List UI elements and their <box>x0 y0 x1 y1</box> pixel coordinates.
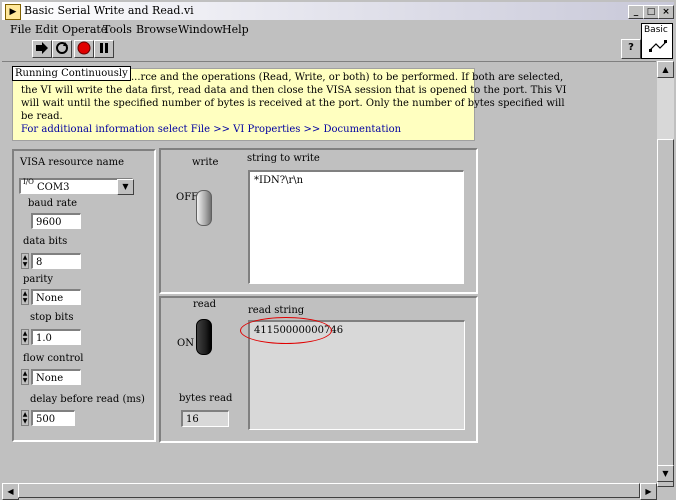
menu-operate[interactable]: Operate <box>62 23 107 36</box>
menu-window[interactable]: Window <box>178 23 223 36</box>
delay-stepper[interactable]: ▲ ▼ <box>21 410 29 426</box>
description-line-4: be read. <box>21 111 63 122</box>
stop-bits-stepper[interactable]: ▲ ▼ <box>21 329 29 345</box>
delay-field[interactable]: 500 <box>31 410 75 426</box>
labview-window: ▶ Basic Serial Write and Read.vi _ □ × F… <box>0 0 676 500</box>
maximize-button[interactable]: □ <box>643 5 659 19</box>
palette-connector[interactable]: Basic <box>641 23 673 59</box>
vertical-scrollbar[interactable]: ▲ ▼ <box>657 61 674 487</box>
write-switch-lever <box>196 190 212 226</box>
read-switch-state: ON <box>177 338 194 349</box>
title-bar: ▶ Basic Serial Write and Read.vi _ □ × <box>2 2 674 20</box>
write-toggle-switch[interactable] <box>196 190 212 230</box>
parity-label: parity <box>23 274 54 285</box>
scroll-right-icon[interactable]: ▶ <box>640 483 657 500</box>
write-switch-label: write <box>192 157 219 168</box>
stop-bits-field[interactable]: 1.0 <box>31 329 81 345</box>
delay-label: delay before read (ms) <box>30 394 145 405</box>
data-bits-stepper[interactable]: ▲ ▼ <box>21 253 29 269</box>
menu-tools[interactable]: Tools <box>103 23 132 36</box>
read-toggle-switch[interactable] <box>196 317 212 357</box>
visa-resource-control[interactable]: I/O COM3 <box>19 178 133 194</box>
visa-dropdown-icon[interactable]: ▼ <box>117 179 134 195</box>
data-bits-field[interactable]: 8 <box>31 253 81 269</box>
menu-edit[interactable]: Edit <box>35 23 58 36</box>
menu-file[interactable]: File <box>10 23 31 36</box>
string-to-write-field[interactable]: *IDN?\r\n <box>248 170 464 284</box>
read-string-label: read string <box>248 305 305 316</box>
flow-control-stepper[interactable]: ▲ ▼ <box>21 369 29 385</box>
flow-control-field[interactable]: None <box>31 369 81 385</box>
bytes-read-label: bytes read <box>179 393 233 404</box>
bytes-read-indicator: 16 <box>181 410 229 427</box>
read-switch-lever <box>196 319 212 355</box>
io-icon: I/O <box>23 178 34 186</box>
pause-icon[interactable] <box>94 40 114 58</box>
scroll-left-icon[interactable]: ◀ <box>2 483 19 500</box>
parity-field[interactable]: None <box>31 289 81 305</box>
visa-resource-label: VISA resource name <box>20 157 124 168</box>
description-line-2: the VI will write the data first, read d… <box>21 85 567 96</box>
labview-app-icon: ▶ <box>5 4 21 20</box>
string-to-write-label: string to write <box>247 153 320 164</box>
baud-rate-field[interactable]: 9600 <box>31 213 81 229</box>
horizontal-scrollbar[interactable]: ◀ ▶ <box>2 483 657 500</box>
data-bits-label: data bits <box>23 236 68 247</box>
toolbar: ? <box>2 38 674 60</box>
menu-help[interactable]: Help <box>222 23 249 36</box>
baud-rate-label: baud rate <box>28 198 78 209</box>
palette-label: Basic <box>644 25 668 35</box>
menu-bar: File Edit Operate Tools Browse Window He… <box>2 21 674 37</box>
window-title: Basic Serial Write and Read.vi <box>24 4 194 17</box>
read-switch-label: read <box>193 299 217 310</box>
close-button[interactable]: × <box>658 5 674 19</box>
description-line-1: ...rce and the operations (Read, Write, … <box>131 72 564 83</box>
help-button[interactable]: ? <box>621 39 641 59</box>
description-line-3: will wait until the specified number of … <box>21 98 565 109</box>
horizontal-scroll-thumb[interactable] <box>18 483 640 498</box>
stop-bits-label: stop bits <box>30 312 74 323</box>
scroll-down-icon[interactable]: ▼ <box>657 465 674 482</box>
abort-icon[interactable] <box>74 40 94 58</box>
visa-resource-value: COM3 <box>37 182 70 193</box>
flow-control-label: flow control <box>23 353 84 364</box>
vertical-scroll-thumb[interactable] <box>657 139 674 487</box>
connector-pane-icon <box>649 40 667 52</box>
minimize-button[interactable]: _ <box>628 5 644 19</box>
run-arrow-icon[interactable] <box>32 40 52 58</box>
running-tip: Running Continuously <box>12 66 131 81</box>
parity-stepper[interactable]: ▲ ▼ <box>21 289 29 305</box>
documentation-link[interactable]: For additional information select File >… <box>21 123 401 137</box>
run-continuously-icon[interactable] <box>52 40 72 58</box>
menu-browse[interactable]: Browse <box>136 23 178 36</box>
highlight-ellipse <box>240 317 332 344</box>
write-switch-state: OFF <box>176 192 199 203</box>
scroll-up-icon[interactable]: ▲ <box>657 61 674 78</box>
